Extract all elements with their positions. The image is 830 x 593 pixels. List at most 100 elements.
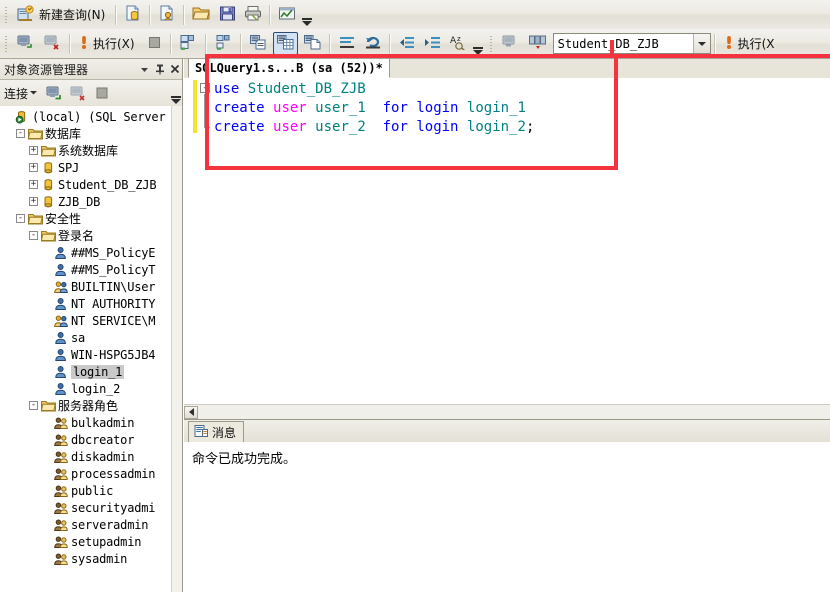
tree-node[interactable]: login_1 [0, 363, 172, 380]
results-message-body[interactable]: 命令已成功完成。 [184, 442, 830, 593]
stop-button[interactable] [143, 32, 166, 55]
change-connection-button[interactable] [498, 32, 523, 55]
open-file-button[interactable] [189, 3, 214, 26]
tree-node[interactable]: ##MS_PolicyT [0, 261, 172, 278]
chevron-down-icon [170, 99, 181, 104]
sql-toolbar-overflow-button[interactable] [472, 32, 485, 56]
tree-node[interactable]: ##MS_PolicyE [0, 244, 172, 261]
oe-disconnect-button[interactable] [67, 82, 89, 104]
toolbar-grip[interactable] [3, 4, 10, 25]
collapse-icon[interactable]: - [15, 128, 26, 139]
tree-node[interactable]: securityadmi [0, 499, 172, 516]
tree-node[interactable]: (local) (SQL Server [0, 108, 172, 125]
tree-node[interactable]: WIN-HSPG5JB4 [0, 346, 172, 363]
expand-icon[interactable]: + [28, 162, 39, 173]
toolbar-grip[interactable] [487, 33, 495, 54]
tree-node[interactable]: dbcreator [0, 431, 172, 448]
tree-node[interactable]: - 服务器角色 [0, 397, 172, 414]
decrease-indent-button[interactable] [395, 32, 419, 55]
login-icon [53, 296, 69, 311]
expand-icon[interactable]: + [28, 145, 39, 156]
code-text-area[interactable]: - use Student_DB_ZJBcreate user user_1 f… [184, 78, 830, 405]
spell-check-button[interactable]: A z [447, 32, 471, 55]
connect-dropdown-label[interactable]: 连接 [4, 85, 28, 102]
tab-messages[interactable]: 消息 [188, 421, 245, 442]
tree-node[interactable]: - 登录名 [0, 227, 172, 244]
chevron-down-icon[interactable] [692, 34, 710, 53]
tree-node[interactable]: processadmin [0, 465, 172, 482]
expand-icon[interactable]: + [28, 179, 39, 190]
tree-node[interactable]: diskadmin [0, 448, 172, 465]
execute-button-2[interactable]: 执行(X [720, 32, 781, 55]
tree-node[interactable]: + SPJ [0, 159, 172, 176]
tree-node-label: WIN-HSPG5JB4 [71, 347, 156, 362]
parse-button[interactable] [176, 32, 201, 55]
tree-node[interactable]: BUILTIN\User [0, 278, 172, 295]
available-databases-combo[interactable]: Student_DB_ZJB [552, 33, 711, 54]
collapse-icon[interactable]: - [15, 213, 26, 224]
tree-node[interactable]: login_2 [0, 380, 172, 397]
tree-node[interactable]: NT SERVICE\M [0, 312, 172, 329]
collapse-icon[interactable]: - [28, 400, 39, 411]
tree-node[interactable]: + Student_DB_ZJB [0, 176, 172, 193]
toolbar-separator [169, 33, 172, 54]
results-to-text-button[interactable] [246, 32, 271, 55]
oe-connect-button[interactable] [43, 82, 65, 104]
display-estimated-plan-button[interactable] [211, 32, 236, 55]
object-explorer-vertical-scrollbar[interactable] [171, 106, 182, 592]
tree-node[interactable]: + 系统数据库 [0, 142, 172, 159]
tree-node[interactable]: NT AUTHORITY [0, 295, 172, 312]
save-button[interactable] [216, 3, 239, 26]
tree-node[interactable]: - 安全性 [0, 210, 172, 227]
close-icon[interactable] [167, 61, 182, 77]
activity-monitor-button[interactable] [275, 3, 299, 26]
tree-node[interactable]: sa [0, 329, 172, 346]
comment-lines-button[interactable] [335, 32, 359, 55]
results-to-grid-button[interactable] [272, 32, 298, 55]
disconnect-button[interactable] [40, 32, 65, 55]
tree-node[interactable]: bulkadmin [0, 414, 172, 431]
scroll-left-icon[interactable] [184, 405, 198, 419]
results-tab-strip: 消息 [184, 420, 830, 443]
increase-indent-button[interactable] [421, 32, 445, 55]
oe-stop-button[interactable] [91, 82, 113, 104]
connect-button[interactable] [13, 32, 38, 55]
object-explorer-tree[interactable]: (local) (SQL Server - 数据库 + 系统数据库 + SPJ + Studen… [0, 106, 172, 592]
login-icon [53, 381, 69, 396]
oe-toolbar-overflow-button[interactable] [169, 81, 182, 105]
chevron-down-icon[interactable] [137, 61, 152, 77]
results-to-file-button[interactable] [300, 32, 325, 55]
new-analysis-services-query-button[interactable] [155, 3, 179, 26]
tree-node[interactable]: sysadmin [0, 550, 172, 567]
tree-node-label: ZJB_DB [58, 194, 101, 209]
expand-icon[interactable]: + [28, 196, 39, 207]
editor-tab-label: SQLQuery1.s...B (sa (52))* [195, 61, 383, 75]
uncomment-lines-button[interactable] [361, 32, 385, 55]
toolbar-overflow-button[interactable] [300, 3, 313, 27]
new-database-engine-query-button[interactable] [121, 3, 145, 26]
available-databases-icon-button[interactable] [525, 32, 550, 55]
tab-sqlquery1[interactable]: SQLQuery1.s...B (sa (52))* [188, 59, 390, 78]
login-icon [53, 347, 69, 362]
code-token: for [374, 100, 417, 116]
tree-node[interactable]: serveradmin [0, 516, 172, 533]
collapse-icon[interactable]: - [28, 230, 39, 241]
tree-node-label: 服务器角色 [58, 399, 119, 413]
chevron-down-icon[interactable] [29, 86, 38, 100]
tree-node[interactable]: - 数据库 [0, 125, 172, 142]
editor-horizontal-scrollbar[interactable] [184, 404, 830, 419]
auto-hide-pin-icon[interactable] [152, 61, 167, 77]
print-button[interactable] [241, 3, 265, 26]
tree-node[interactable]: public [0, 482, 172, 499]
execute-exclamation-icon [724, 34, 734, 54]
svg-text:z: z [457, 35, 461, 43]
role-icon [53, 466, 69, 481]
toolbar-grip[interactable] [3, 33, 10, 54]
tree-node-label: dbcreator [71, 432, 135, 447]
tree-node[interactable]: setupadmin [0, 533, 172, 550]
execute-button[interactable]: 执行(X) [75, 32, 141, 55]
tree-node[interactable]: + ZJB_DB [0, 193, 172, 210]
new-query-button[interactable]: 新建查询(N) [13, 3, 111, 26]
